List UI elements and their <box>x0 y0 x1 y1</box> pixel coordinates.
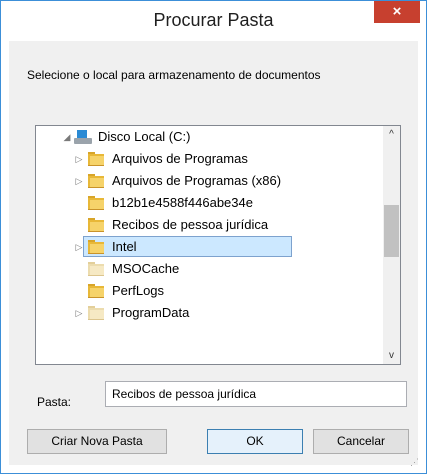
folder-icon <box>88 240 104 254</box>
ok-button[interactable]: OK <box>207 429 303 454</box>
folder-field-label: Pasta: <box>37 395 72 409</box>
cancel-button[interactable]: Cancelar <box>313 429 409 454</box>
scroll-thumb[interactable] <box>384 205 399 257</box>
dialog-title: Procurar Pasta <box>153 10 274 30</box>
expand-arrow-icon[interactable]: ▷ <box>74 148 84 170</box>
tree-item-label: ProgramData <box>112 305 190 320</box>
title-bar[interactable]: Procurar Pasta × <box>1 1 426 41</box>
tree-item-label: PerfLogs <box>112 283 165 298</box>
hidden-folder-icon <box>88 306 104 320</box>
tree-item-label: Disco Local (C:) <box>98 129 191 144</box>
hidden-folder-icon <box>88 262 104 276</box>
tree-item-label: Recibos de pessoa jurídica <box>112 217 269 232</box>
folder-icon <box>88 174 104 188</box>
folder-icon <box>88 152 104 166</box>
expand-arrow-icon[interactable]: ▷ <box>74 302 84 324</box>
scroll-up-icon[interactable]: ^ <box>383 129 400 140</box>
expand-arrow-icon[interactable]: ▷ <box>74 236 84 258</box>
scroll-down-icon[interactable]: v <box>383 350 400 361</box>
vertical-scrollbar[interactable]: ^ v <box>383 126 400 364</box>
folder-icon <box>88 284 104 298</box>
expand-arrow-icon[interactable]: ▷ <box>74 170 84 192</box>
folder-tree[interactable]: ◢ Disco Local (C:) ▷ Arquivos de Program… <box>35 125 401 365</box>
resize-grip-icon[interactable]: ⋰ <box>410 457 420 467</box>
collapse-arrow-icon[interactable]: ◢ <box>62 126 72 148</box>
close-button[interactable]: × <box>374 1 420 23</box>
drive-icon <box>74 130 92 144</box>
tree-item-label: MSOCache <box>112 261 180 276</box>
instruction-text: Selecione o local para armazenamento de … <box>27 68 321 82</box>
tree-item-label: Arquivos de Programas <box>112 151 248 166</box>
folder-icon <box>88 196 104 210</box>
new-folder-button[interactable]: Criar Nova Pasta <box>27 429 167 454</box>
browse-folder-dialog: Procurar Pasta × Selecione o local para … <box>0 0 427 474</box>
tree-item-label: Arquivos de Programas (x86) <box>112 173 282 188</box>
folder-field[interactable]: Recibos de pessoa jurídica <box>105 381 407 407</box>
tree-item-label: Intel <box>112 239 137 254</box>
folder-icon <box>88 218 104 232</box>
tree-item-label: b12b1e4588f446abe34e <box>112 195 253 210</box>
